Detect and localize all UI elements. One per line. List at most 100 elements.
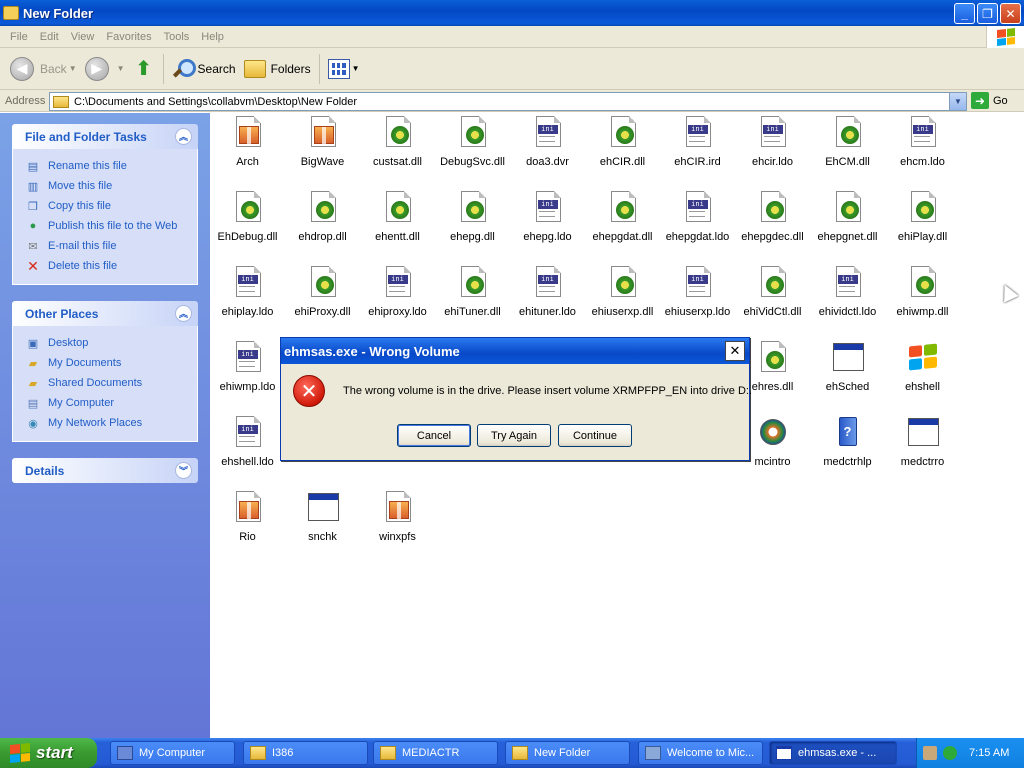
go-button[interactable]: ➜ Go (971, 92, 1008, 109)
file-item[interactable]: ini ehiuserxp.ldo (660, 266, 735, 318)
file-item[interactable]: ini ehituner.ldo (510, 266, 585, 318)
file-item[interactable]: ini ehiwmp.ldo (210, 341, 285, 393)
file-item[interactable]: ehiPlay.dll (885, 191, 960, 243)
file-item[interactable]: ini ehepgdat.ldo (660, 191, 735, 243)
file-item[interactable]: medctrro (885, 416, 960, 468)
address-dropdown-button[interactable]: ▼ (949, 93, 966, 110)
menu-favorites[interactable]: Favorites (100, 31, 157, 43)
place-label: My Documents (48, 357, 122, 369)
collapse-chevron-icon[interactable]: ︽ (175, 305, 192, 322)
expand-chevron-icon[interactable]: ︾ (175, 462, 192, 479)
close-button[interactable]: ✕ (1000, 3, 1021, 24)
package-file-icon (307, 116, 339, 148)
file-item[interactable]: ini ehiplay.ldo (210, 266, 285, 318)
file-item[interactable]: ehepgdat.dll (585, 191, 660, 243)
task-move[interactable]: ▥ Move this file (25, 176, 197, 196)
file-name: ehiuserxp.dll (591, 306, 654, 318)
search-button[interactable]: Search (168, 52, 240, 86)
taskbar-item-ehmsas[interactable]: ehmsas.exe - ... (769, 741, 897, 765)
file-item[interactable]: ehiuserxp.dll (585, 266, 660, 318)
panel-header[interactable]: Details ︾ (12, 458, 198, 483)
minimize-button[interactable]: _ (954, 3, 975, 24)
file-item[interactable]: ehepgdec.dll (735, 191, 810, 243)
file-item[interactable]: ini ehepg.ldo (510, 191, 585, 243)
forward-button[interactable]: ▶ ▼ (81, 52, 129, 86)
file-item[interactable]: ini ehcir.ldo (735, 116, 810, 168)
file-item[interactable]: Rio (210, 491, 285, 543)
menu-tools[interactable]: Tools (158, 31, 196, 43)
try-again-button[interactable]: Try Again (477, 424, 551, 447)
file-item[interactable]: ehepg.dll (435, 191, 510, 243)
file-item[interactable]: EhDebug.dll (210, 191, 285, 243)
panel-header[interactable]: File and Folder Tasks ︽ (12, 124, 198, 149)
place-network[interactable]: ◉ My Network Places (25, 413, 197, 433)
maximize-button[interactable]: ❐ (977, 3, 998, 24)
task-copy[interactable]: ❐ Copy this file (25, 196, 197, 216)
taskbar-item-new-folder[interactable]: New Folder (505, 741, 630, 765)
views-button[interactable]: ▼ (324, 52, 364, 86)
task-delete[interactable]: ✕ Delete this file (25, 256, 197, 276)
taskbar-item-i386[interactable]: I386 (243, 741, 368, 765)
tray-user-icon[interactable] (923, 746, 937, 760)
task-email[interactable]: ✉ E-mail this file (25, 236, 197, 256)
place-my-computer[interactable]: ▤ My Computer (25, 393, 197, 413)
file-item[interactable]: snchk (285, 491, 360, 543)
file-item[interactable]: ehepgnet.dll (810, 191, 885, 243)
dialog-title-bar[interactable]: ehmsas.exe - Wrong Volume ✕ (281, 338, 749, 364)
file-item[interactable]: ehiProxy.dll (285, 266, 360, 318)
file-item[interactable]: ehiVidCtl.dll (735, 266, 810, 318)
up-button[interactable]: ⬆ (129, 52, 159, 86)
file-item[interactable]: ini ehividctl.ldo (810, 266, 885, 318)
taskbar-item-welcome[interactable]: Welcome to Mic... (638, 741, 763, 765)
file-item[interactable]: EhCM.dll (810, 116, 885, 168)
file-item[interactable]: custsat.dll (360, 116, 435, 168)
dialog-close-button[interactable]: ✕ (725, 341, 745, 361)
title-bar[interactable]: New Folder _ ❐ ✕ (0, 0, 1024, 26)
back-button[interactable]: ◀ Back ▼ (6, 52, 81, 86)
place-my-documents[interactable]: ▰ My Documents (25, 353, 197, 373)
file-item[interactable]: ini ehshell.ldo (210, 416, 285, 468)
my-computer-icon (117, 746, 133, 760)
start-button[interactable]: start (0, 738, 97, 768)
file-name: ehiVidCtl.dll (743, 306, 802, 318)
task-rename[interactable]: ▤ Rename this file (25, 156, 197, 176)
collapse-chevron-icon[interactable]: ︽ (175, 128, 192, 145)
cancel-button[interactable]: Cancel (397, 424, 471, 447)
file-item[interactable]: ehiwmp.dll (885, 266, 960, 318)
file-item[interactable]: ini ehcm.ldo (885, 116, 960, 168)
place-desktop[interactable]: ▣ Desktop (25, 333, 197, 353)
file-item[interactable]: ini doa3.dvr (510, 116, 585, 168)
folders-button[interactable]: Folders (240, 52, 315, 86)
file-item[interactable]: ehentt.dll (360, 191, 435, 243)
menu-file[interactable]: File (4, 31, 34, 43)
file-item[interactable]: ehshell (885, 341, 960, 393)
address-input[interactable]: C:\Documents and Settings\collabvm\Deskt… (49, 92, 967, 111)
windows-logo-icon (907, 341, 939, 373)
file-item[interactable]: ehSched (810, 341, 885, 393)
menu-help[interactable]: Help (195, 31, 230, 43)
taskbar-item-my-computer[interactable]: My Computer (110, 741, 235, 765)
file-item[interactable]: ehCIR.dll (585, 116, 660, 168)
dll-file-icon (907, 191, 939, 223)
task-publish[interactable]: ● Publish this file to the Web (25, 216, 197, 236)
continue-button[interactable]: Continue (558, 424, 632, 447)
file-item[interactable]: DebugSvc.dll (435, 116, 510, 168)
file-item[interactable]: medctrhlp (810, 416, 885, 468)
tray-network-icon[interactable] (943, 746, 957, 760)
panel-header[interactable]: Other Places ︽ (12, 301, 198, 326)
file-item[interactable]: winxpfs (360, 491, 435, 543)
file-item[interactable]: ehiTuner.dll (435, 266, 510, 318)
file-item[interactable]: ini ehCIR.ird (660, 116, 735, 168)
file-item[interactable]: BigWave (285, 116, 360, 168)
menu-view[interactable]: View (65, 31, 101, 43)
taskbar-item-mediactr[interactable]: MEDIACTR (373, 741, 498, 765)
clock[interactable]: 7:15 AM (969, 747, 1009, 759)
place-shared-documents[interactable]: ▰ Shared Documents (25, 373, 197, 393)
file-item[interactable]: ehdrop.dll (285, 191, 360, 243)
menu-edit[interactable]: Edit (34, 31, 65, 43)
file-name: ehepgdat.ldo (665, 231, 730, 243)
file-item[interactable]: ini ehiproxy.ldo (360, 266, 435, 318)
settings-file-icon: ini (907, 116, 939, 148)
package-file-icon (232, 491, 264, 523)
file-item[interactable]: Arch (210, 116, 285, 168)
